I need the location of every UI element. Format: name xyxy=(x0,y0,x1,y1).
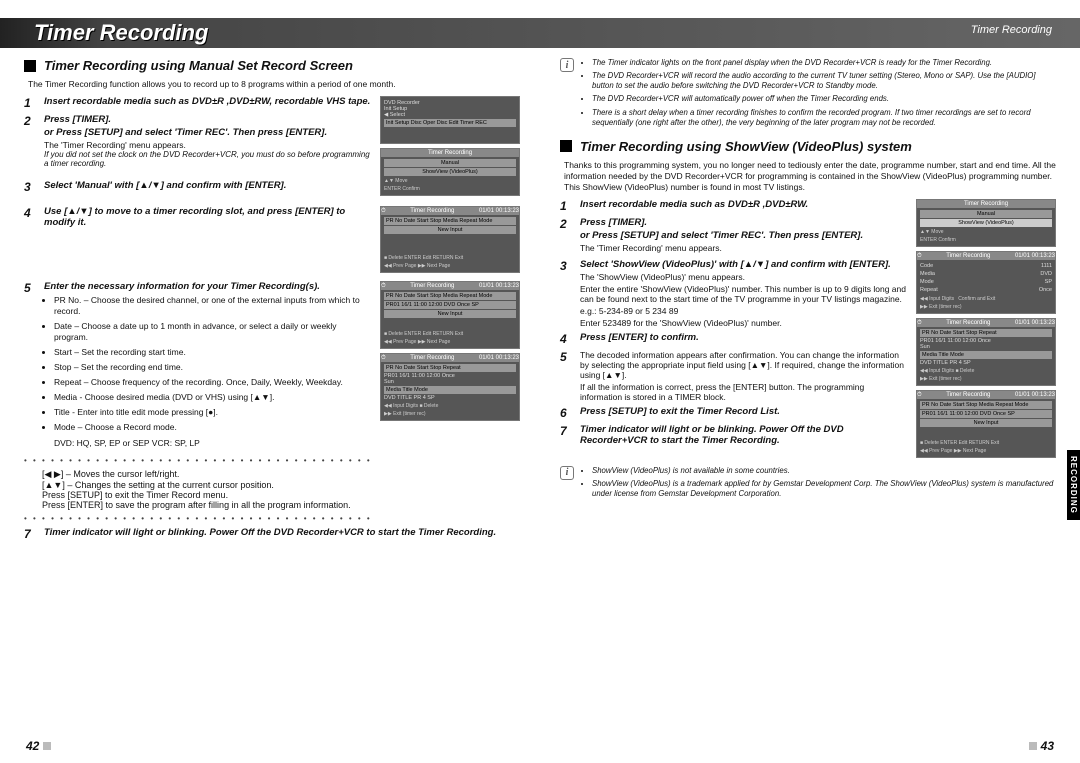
tip-3: Press [SETUP] to exit the Timer Record m… xyxy=(42,490,520,500)
tip-1: [◀ ▶] – Moves the cursor left/right. xyxy=(42,469,520,480)
square-icon xyxy=(24,60,36,72)
step-1: Insert recordable media such as DVD±R ,D… xyxy=(44,96,370,107)
r-step-4: Press [ENTER] to confirm. xyxy=(580,332,699,343)
step-4: Use [▲/▼] to move to a timer recording s… xyxy=(44,206,345,228)
info-icon: i xyxy=(560,466,574,480)
screenshot-tr-list-r: ⏱Timer Recording01/01 00:13:23 PR No Dat… xyxy=(916,390,1056,458)
page-right: i The Timer indicator lights on the fron… xyxy=(540,0,1080,763)
screenshot-column-2: ⏱Timer Recording01/01 00:13:23 PR No Dat… xyxy=(380,281,520,451)
r-step-2: Press [TIMER]. xyxy=(580,217,908,228)
screenshot-column-1: DVD Recorder Init Setup ◀ Select Init Se… xyxy=(380,96,520,200)
info-block-2: i ShowView (VideoPlus) is not available … xyxy=(560,466,1056,502)
step-5: Enter the necessary information for your… xyxy=(44,281,372,292)
intro-right: Thanks to this programming system, you n… xyxy=(564,160,1056,193)
step-2-note: The 'Timer Recording' menu appears. xyxy=(44,140,372,150)
page-number-right: 43 xyxy=(1029,739,1054,753)
step-2: Press [TIMER]. xyxy=(44,114,372,125)
screenshot-tr-edit-r: ⏱Timer Recording01/01 00:13:23 PR No Dat… xyxy=(916,318,1056,386)
square-icon xyxy=(560,140,572,152)
r-step-7: Timer indicator will light or be blinkin… xyxy=(580,424,844,446)
dots-divider: • • • • • • • • • • • • • • • • • • • • … xyxy=(24,456,520,465)
step-7: Timer indicator will light or blinking. … xyxy=(44,527,496,538)
step-2-or: or Press [SETUP] and select 'Timer REC'.… xyxy=(44,127,372,138)
page-left: Timer Recording using Manual Set Record … xyxy=(0,0,540,763)
screenshot-sv-entry: ⏱Timer Recording01/01 00:13:23 Code 1111… xyxy=(916,251,1056,314)
side-tab-recording: RECORDING xyxy=(1067,450,1080,520)
section-title-left: Timer Recording using Manual Set Record … xyxy=(24,58,520,73)
r-step-5b: If all the information is correct, press… xyxy=(580,382,908,402)
screenshot-tr-menu: Timer Recording Manual ShowView (VideoPl… xyxy=(380,148,520,196)
screenshot-setup: DVD Recorder Init Setup ◀ Select Init Se… xyxy=(380,96,520,144)
info-block-1: i The Timer indicator lights on the fron… xyxy=(560,58,1056,131)
screenshot-tr-edit: ⏱Timer Recording01/01 00:13:23 PR No Dat… xyxy=(380,353,520,421)
r-step-2-note: The 'Timer Recording' menu appears. xyxy=(580,243,908,253)
step-5-bullets: PR No. – Choose the desired channel, or … xyxy=(54,295,372,433)
info-icon: i xyxy=(560,58,574,72)
r-step-3: Select 'ShowView (VideoPlus)' with [▲/▼]… xyxy=(580,259,908,270)
screenshot-tr-list2: ⏱Timer Recording01/01 00:13:23 PR No Dat… xyxy=(380,281,520,349)
tip-4: Press [ENTER] to save the program after … xyxy=(42,500,520,510)
screenshot-column-right: Timer Recording Manual ShowView (VideoPl… xyxy=(916,199,1056,462)
step-3: Select 'Manual' with [▲/▼] and confirm w… xyxy=(44,180,286,191)
dots-divider-2: • • • • • • • • • • • • • • • • • • • • … xyxy=(24,514,520,523)
page-number-left: 42 xyxy=(26,739,51,753)
section-title-right: Timer Recording using ShowView (VideoPlu… xyxy=(560,139,1056,154)
tip-2: [▲▼] – Changes the setting at the curren… xyxy=(42,480,520,490)
r-step-2-or: or Press [SETUP] and select 'Timer REC'.… xyxy=(580,230,908,241)
step-2-italic: If you did not set the clock on the DVD … xyxy=(44,150,372,168)
r-step-1: Insert recordable media such as DVD±R ,D… xyxy=(580,199,808,210)
r-step-5: The decoded information appears after co… xyxy=(580,350,908,380)
r-step-6: Press [SETUP] to exit the Timer Record L… xyxy=(580,406,780,417)
screenshot-tr-list: ⏱Timer Recording01/01 00:13:23 PR No Dat… xyxy=(380,206,520,273)
screenshot-tr-menu-r: Timer Recording Manual ShowView (VideoPl… xyxy=(916,199,1056,247)
intro-left: The Timer Recording function allows you … xyxy=(28,79,520,90)
